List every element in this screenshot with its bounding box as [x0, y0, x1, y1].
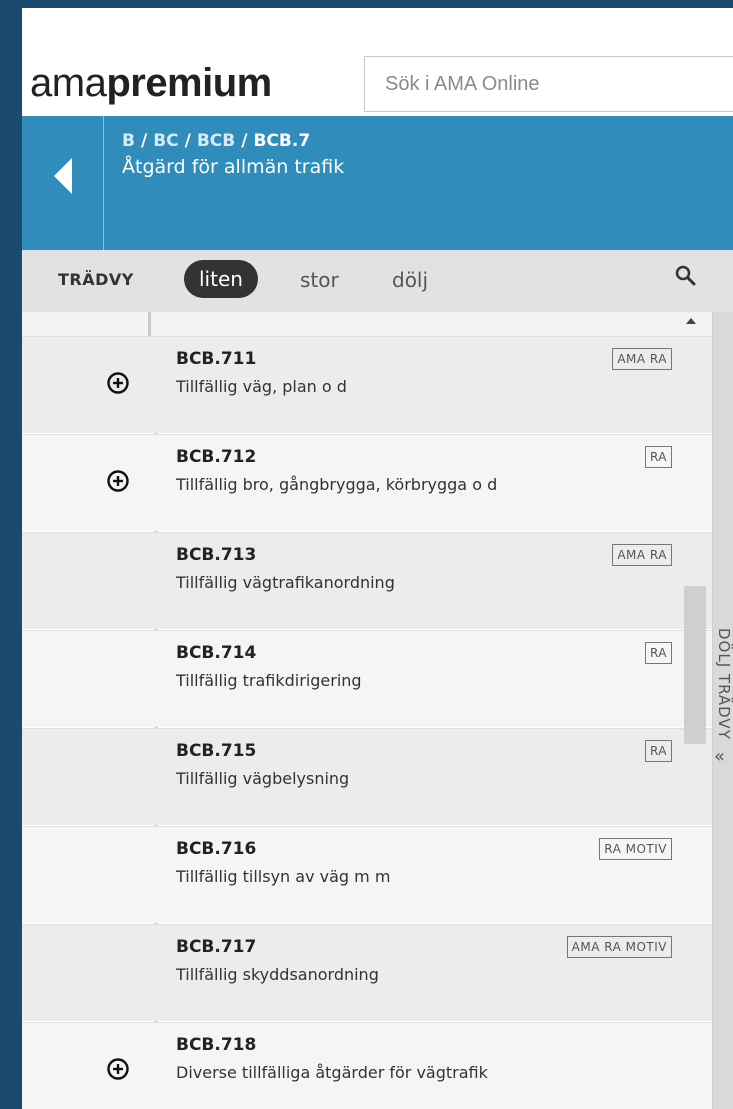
hide-tree-view-label: DÖLJ TRÄDVY	[715, 628, 733, 740]
tree-row[interactable]: BCB.714 Tillfällig trafikdirigering RA	[22, 630, 712, 727]
tree-list: BCB.711 Tillfällig väg, plan o d AMA RA BCB…	[22, 312, 712, 1109]
item-badge: AMA RA MOTIV	[566, 936, 672, 958]
item-description: Tillfällig trafikdirigering	[176, 671, 362, 690]
tree-row[interactable]: BCB.716 Tillfällig tillsyn av väg m m RA M…	[22, 826, 712, 923]
tree-row[interactable]: BCB.713 Tillfällig vägtrafikanordning AMA …	[22, 532, 712, 629]
item-code: BCB.718	[176, 1035, 257, 1055]
item-description: Diverse tillfälliga åtgärder för vägtraf…	[176, 1063, 488, 1082]
triangle-left-icon	[54, 158, 72, 194]
item-code: BCB.713	[176, 545, 257, 565]
expand-plus-icon[interactable]	[106, 469, 130, 493]
item-description: Tillfällig väg, plan o d	[176, 377, 347, 396]
double-chevron-left-icon: «	[714, 746, 726, 767]
navigation-bar: B / BC / BCB / BCB.7 Åtgärd för allmän trafik	[22, 116, 733, 250]
logo-bold-text: premium	[106, 61, 272, 105]
tree-list-top-stub	[22, 312, 712, 336]
item-badge: RA MOTIV	[599, 838, 672, 860]
tree-connector	[148, 312, 151, 336]
scrollbar-thumb[interactable]	[684, 586, 706, 744]
logo-light-text: ama	[30, 61, 107, 105]
item-description: Tillfällig vägbelysning	[176, 769, 350, 788]
ama-premium-logo[interactable]: amapremium	[30, 58, 272, 108]
item-code: BCB.714	[176, 643, 257, 663]
item-badge: RA	[644, 642, 672, 664]
breadcrumb-separator: /	[140, 131, 148, 151]
tree-view-label: TRÄDVY	[58, 270, 134, 289]
breadcrumb-item[interactable]: BC	[153, 131, 178, 151]
tree-toolbar: TRÄDVY liten stor dölj	[22, 250, 733, 312]
size-small-toggle[interactable]: liten	[184, 260, 258, 298]
item-description: Tillfällig skyddsanordning	[176, 965, 379, 984]
breadcrumb-item[interactable]: B	[122, 131, 135, 151]
item-code: BCB.715	[176, 741, 257, 761]
item-code: BCB.711	[176, 349, 257, 369]
item-description: Tillfällig vägtrafikanordning	[176, 573, 395, 592]
size-large-toggle[interactable]: stor	[300, 268, 339, 292]
breadcrumb-separator: /	[241, 131, 248, 151]
hide-tree-view-panel[interactable]: DÖLJ TRÄDVY «	[712, 312, 733, 1109]
search-input[interactable]	[364, 56, 733, 112]
top-strip	[22, 0, 733, 8]
back-button[interactable]	[22, 116, 104, 250]
site-header: amapremium	[22, 8, 733, 116]
item-description: Tillfällig bro, gångbrygga, körbrygga o …	[176, 475, 498, 494]
tree-row[interactable]: BCB.711 Tillfällig väg, plan o d AMA RA	[22, 336, 712, 433]
item-badge: RA	[644, 740, 672, 762]
size-hide-toggle[interactable]: dölj	[392, 268, 428, 292]
breadcrumb-item[interactable]: BCB	[197, 131, 235, 151]
tree-row[interactable]: BCB.717 Tillfällig skyddsanordning AMA RA …	[22, 924, 712, 1021]
item-badge: AMA RA	[612, 544, 672, 566]
breadcrumb: B / BC / BCB / BCB.7	[122, 130, 310, 152]
expand-plus-icon[interactable]	[106, 371, 130, 395]
search-icon[interactable]	[674, 264, 698, 288]
item-badge: RA	[644, 446, 672, 468]
item-badge: AMA RA	[612, 348, 672, 370]
item-code: BCB.716	[176, 839, 257, 859]
breadcrumb-item: BCB.7	[253, 131, 311, 151]
tree-row[interactable]: BCB.712 Tillfällig bro, gångbrygga, körbr…	[22, 434, 712, 531]
page-title: Åtgärd för allmän trafik	[122, 156, 345, 178]
app-frame: amapremium B/BC/BCB/BCB.7 Åtgärd för all…	[22, 0, 733, 1109]
scroll-up-arrow-icon[interactable]	[685, 316, 697, 326]
breadcrumb-separator: /	[184, 131, 191, 151]
tree-row[interactable]: BCB.715 Tillfällig vägbelysning RA	[22, 728, 712, 825]
expand-plus-icon[interactable]	[106, 1057, 130, 1081]
item-code: BCB.717	[176, 937, 257, 957]
item-description: Tillfällig tillsyn av väg m m	[176, 867, 391, 886]
tree-row[interactable]: BCB.718 Diverse tillfälliga åtgärder för …	[22, 1022, 712, 1109]
item-code: BCB.712	[176, 447, 257, 467]
